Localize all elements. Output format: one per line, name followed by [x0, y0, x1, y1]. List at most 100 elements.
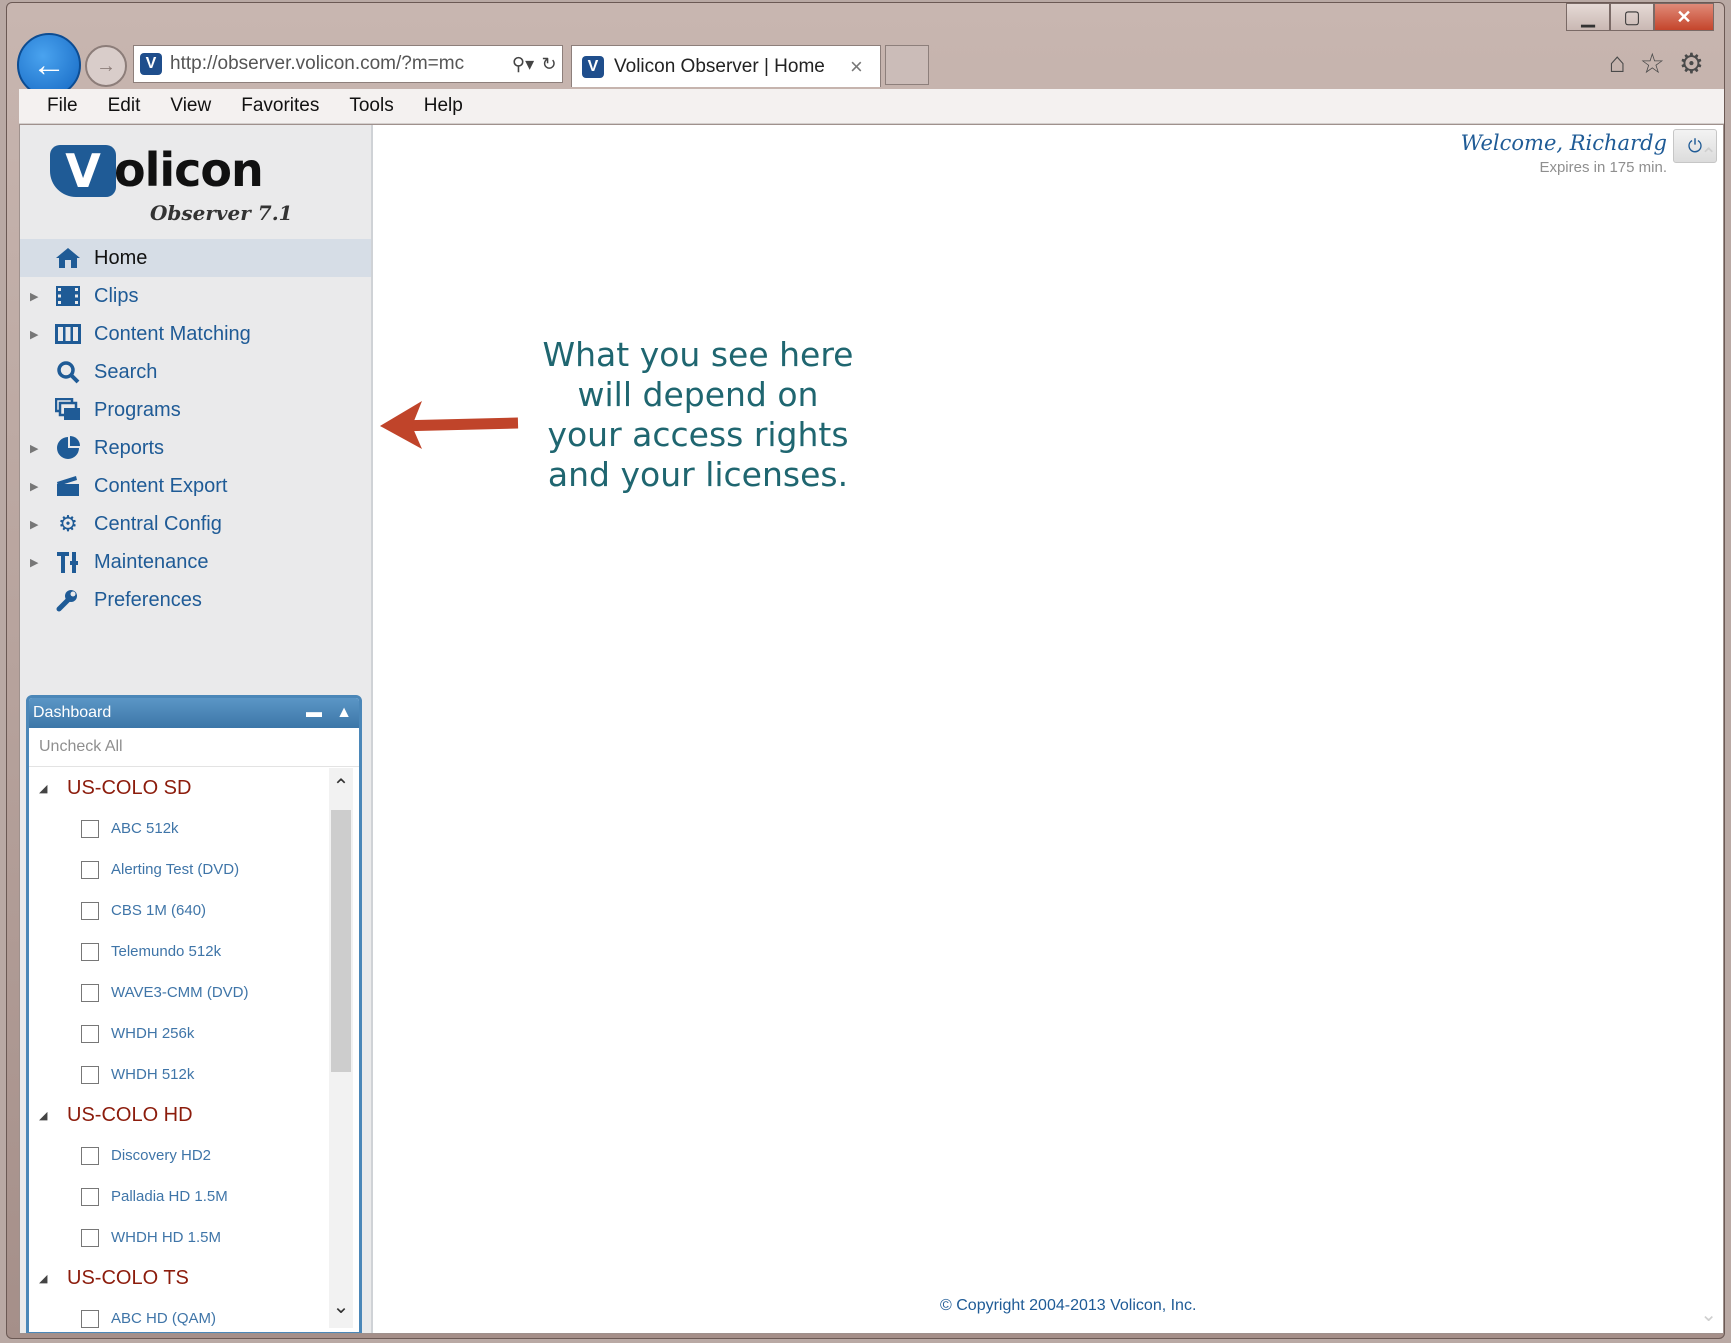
scroll-up-icon[interactable]: ⌃ — [329, 774, 353, 802]
film-icon — [54, 283, 82, 309]
collapse-triangle-icon[interactable]: ◢ — [39, 782, 53, 795]
welcome-text: Welcome, Richardg — [1460, 131, 1667, 155]
logo-text: olicon — [114, 143, 264, 197]
menu-file[interactable]: File — [47, 95, 78, 117]
channel-group[interactable]: ◢ US-COLO TS — [29, 1258, 329, 1298]
dashboard-header: Dashboard ▬ ▲ — [29, 698, 359, 728]
nav-item-reports[interactable]: ▶ Reports — [20, 429, 371, 467]
window-controls: ▁ ▢ ✕ — [1566, 3, 1714, 33]
scrollbar-thumb[interactable] — [331, 810, 351, 1072]
favorites-star-icon[interactable]: ☆ — [1640, 47, 1665, 80]
channel-checkbox[interactable] — [81, 1065, 99, 1084]
channel-item[interactable]: ABC HD (QAM) — [29, 1298, 329, 1332]
nav-item-central-config[interactable]: ▶ ⚙ Central Config — [20, 505, 371, 543]
gear-icon: ⚙ — [58, 511, 78, 536]
forward-button[interactable]: → — [85, 45, 127, 87]
minimize-panel-icon[interactable]: ▬ — [299, 704, 329, 722]
channel-checkbox[interactable] — [81, 942, 99, 961]
menu-view[interactable]: View — [170, 95, 211, 117]
channel-group[interactable]: ◢ US-COLO HD — [29, 1095, 329, 1135]
settings-gear-icon[interactable]: ⚙ — [1679, 47, 1704, 80]
refresh-icon[interactable]: ↻ — [536, 54, 562, 75]
nav-item-search[interactable]: Search — [20, 353, 371, 391]
channel-checkbox[interactable] — [81, 819, 99, 838]
home-page-icon[interactable]: ⌂ — [1609, 47, 1626, 80]
channel-group[interactable]: ◢ US-COLO SD — [29, 768, 329, 808]
channel-label: ABC HD (QAM) — [111, 1310, 216, 1327]
nav-menu: Home ▶ Clips ▶ Content Matching Search P… — [20, 239, 371, 619]
address-bar[interactable]: V http://observer.volicon.com/?m=mc ⚲▾ ↻ — [133, 45, 563, 83]
tab-favicon-icon: V — [582, 55, 604, 78]
channel-item[interactable]: WHDH 512k — [29, 1054, 329, 1095]
expand-caret: ▶ — [30, 556, 39, 569]
browser-tab[interactable]: V Volicon Observer | Home × — [571, 45, 881, 87]
expand-caret: ▶ — [30, 328, 39, 341]
channel-checkbox[interactable] — [81, 1187, 99, 1206]
channel-checkbox[interactable] — [81, 1228, 99, 1247]
channel-item[interactable]: Telemundo 512k — [29, 931, 329, 972]
nav-item-maintenance[interactable]: ▶ Maintenance — [20, 543, 371, 581]
nav-item-clips[interactable]: ▶ Clips — [20, 277, 371, 315]
channel-item[interactable]: CBS 1M (640) — [29, 890, 329, 931]
wrench-icon — [54, 587, 82, 613]
channel-label: WHDH 256k — [111, 1025, 195, 1042]
tools-icon — [54, 549, 82, 575]
channel-checkbox[interactable] — [81, 983, 99, 1002]
clapper-icon — [54, 473, 82, 499]
channel-checkbox[interactable] — [81, 1146, 99, 1165]
page-scroll-up-icon[interactable]: ⌃ — [1700, 143, 1717, 168]
minimize-button[interactable]: ▁ — [1566, 3, 1610, 31]
channel-item[interactable]: Discovery HD2 — [29, 1135, 329, 1176]
channel-tree: ◢ US-COLO SD ABC 512k Alerting Test (DVD)… — [29, 768, 329, 1332]
expand-caret: ▶ — [30, 480, 39, 493]
search-dropdown-icon[interactable]: ⚲▾ — [510, 54, 536, 75]
page-scroll-down-icon[interactable]: ⌄ — [1700, 1302, 1717, 1327]
maximize-button[interactable]: ▢ — [1610, 3, 1654, 31]
channel-item[interactable]: Alerting Test (DVD) — [29, 849, 329, 890]
menu-help[interactable]: Help — [424, 95, 463, 117]
channel-item[interactable]: WHDH 256k — [29, 1013, 329, 1054]
channel-item[interactable]: WAVE3-CMM (DVD) — [29, 972, 329, 1013]
channel-checkbox[interactable] — [81, 860, 99, 879]
annotation-arrow — [378, 393, 520, 458]
uncheck-all-link[interactable]: Uncheck All — [29, 728, 359, 767]
nav-label-content-matching: Content Matching — [94, 322, 251, 345]
channel-label: ABC 512k — [111, 820, 179, 837]
menu-tools[interactable]: Tools — [349, 95, 393, 117]
close-window-button[interactable]: ✕ — [1654, 3, 1714, 31]
nav-item-home[interactable]: Home — [20, 239, 371, 277]
group-label: US-COLO SD — [67, 776, 192, 799]
channel-checkbox[interactable] — [81, 1309, 99, 1328]
nav-label-maintenance: Maintenance — [94, 550, 209, 573]
dashboard-scrollbar[interactable]: ⌃ ⌄ — [329, 768, 353, 1328]
nav-item-content-export[interactable]: ▶ Content Export — [20, 467, 371, 505]
nav-label-reports: Reports — [94, 436, 165, 459]
menu-edit[interactable]: Edit — [108, 95, 141, 117]
site-favicon-icon: V — [140, 53, 162, 75]
url-text[interactable]: http://observer.volicon.com/?m=mc — [170, 53, 510, 75]
channel-label: Telemundo 512k — [111, 943, 222, 960]
channel-checkbox[interactable] — [81, 901, 99, 920]
channel-item[interactable]: Palladia HD 1.5M — [29, 1176, 329, 1217]
menu-favorites[interactable]: Favorites — [241, 95, 319, 117]
collapse-triangle-icon[interactable]: ◢ — [39, 1109, 53, 1122]
expand-caret: ▶ — [30, 290, 39, 303]
channel-checkbox[interactable] — [81, 1024, 99, 1043]
collapse-triangle-icon[interactable]: ◢ — [39, 1272, 53, 1285]
channel-label: WHDH HD 1.5M — [111, 1229, 222, 1246]
volicon-logo: V olicon Observer 7.1 — [50, 143, 293, 225]
collapse-panel-icon[interactable]: ▲ — [329, 704, 359, 722]
nav-item-content-matching[interactable]: ▶ Content Matching — [20, 315, 371, 353]
channel-label: WHDH 512k — [111, 1066, 195, 1083]
new-tab-button[interactable] — [885, 45, 929, 85]
close-tab-icon[interactable]: × — [850, 54, 880, 80]
channel-item[interactable]: ABC 512k — [29, 808, 329, 849]
nav-label-content-export: Content Export — [94, 474, 228, 497]
scroll-down-icon[interactable]: ⌄ — [329, 1294, 353, 1322]
nav-item-programs[interactable]: Programs — [20, 391, 371, 429]
browser-toolbar-icons: ⌂ ☆ ⚙ — [1609, 47, 1704, 80]
group-label: US-COLO HD — [67, 1103, 193, 1126]
channel-item[interactable]: WHDH HD 1.5M — [29, 1217, 329, 1258]
nav-item-preferences[interactable]: Preferences — [20, 581, 371, 619]
back-button[interactable]: ← — [17, 33, 81, 97]
